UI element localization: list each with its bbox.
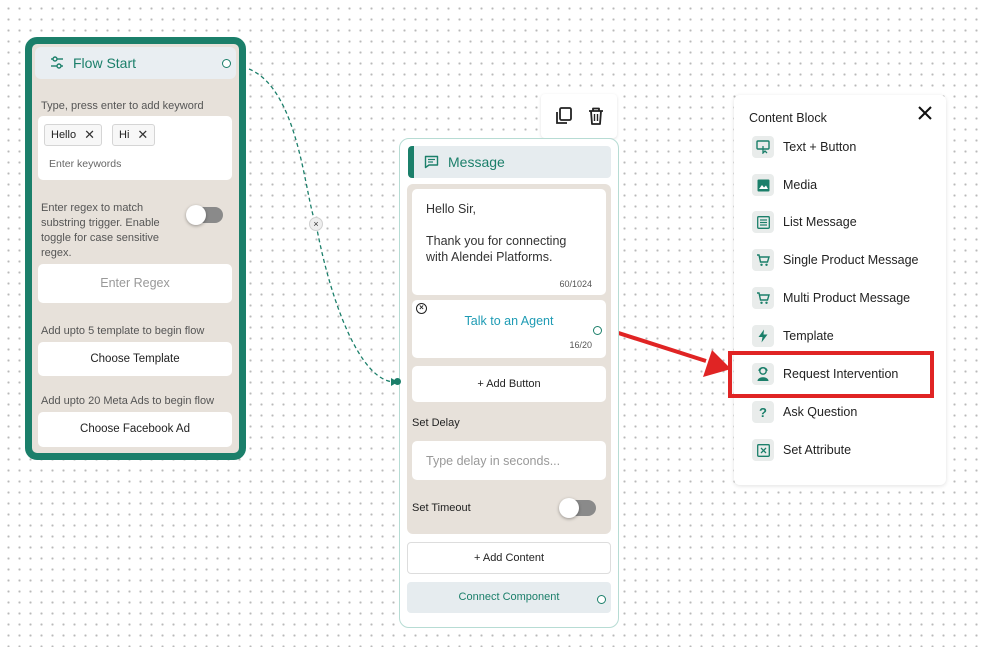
content-item-label: Ask Question [783,405,858,419]
remove-button-icon[interactable]: × [416,303,427,314]
keyword-chip-label: Hi [119,129,130,141]
message-node[interactable]: Message Hello Sir, Thank you for connect… [394,138,619,628]
remove-keyword-icon[interactable]: ✕ [84,127,95,143]
toggle-knob [186,205,206,225]
add-button-button[interactable]: + Add Button [412,366,606,402]
content-item-label: Media [783,178,818,192]
regex-label: Enter regex to match substring trigger. … [41,202,160,259]
reply-button-card[interactable]: × Talk to an Agent 16/20 [412,300,606,358]
meta-ads-label: Add upto 20 Meta Ads to begin flow [41,395,215,407]
content-item-template[interactable]: Template [752,324,834,348]
flow-start-node[interactable]: Flow Start Type, press enter to add keyw… [25,37,246,460]
content-item-label: Single Product Message [783,253,919,267]
text-char-counter: 60/1024 [559,279,592,289]
message-title: Message [448,154,505,170]
delay-input[interactable] [412,441,606,480]
flow-start-output-port[interactable] [222,59,231,68]
message-input-port[interactable] [394,378,401,385]
annotation-arrow-shaft [605,327,707,363]
set-delay-label: Set Delay [412,417,460,429]
content-item-label: Multi Product Message [783,291,911,305]
set-timeout-label: Set Timeout [412,502,471,514]
text-button-icon [752,136,774,158]
node-toolbar [541,94,617,138]
image-icon [752,174,774,196]
content-item-label: Template [783,329,834,343]
reply-button-output-port[interactable] [593,326,602,335]
timeout-toggle[interactable] [559,498,596,518]
connect-component-port[interactable] [597,595,606,604]
copy-icon[interactable] [554,106,574,126]
content-item-media[interactable]: Media [752,173,817,197]
content-item-request-intervention[interactable]: Request Intervention [752,362,898,386]
content-item-multi-product[interactable]: Multi Product Message [752,286,910,310]
toggle-knob [559,498,579,518]
content-item-label: Text + Button [783,140,857,154]
question-icon: ? [752,401,774,423]
keyword-placeholder[interactable]: Enter keywords [49,158,121,170]
content-item-label: List Message [783,215,857,229]
content-item-set-attribute[interactable]: Set Attribute [752,438,851,462]
message-header: Message [408,146,611,178]
remove-keyword-icon[interactable]: ✕ [137,127,148,143]
message-text-line: Hello Sir, [426,202,477,216]
template-label: Add upto 5 template to begin flow [41,325,205,337]
keyword-chip-label: Hello [51,129,77,141]
keyword-input-box[interactable]: Hello ✕ Hi ✕ Enter keywords [38,116,232,180]
close-icon[interactable] [915,103,935,123]
annotation-arrowhead [703,350,731,377]
message-text-line: Thank you for connecting with Alendei Pl… [426,234,567,264]
content-item-list-message[interactable]: List Message [752,210,857,234]
content-block-title: Content Block [749,111,827,125]
bolt-icon [752,325,774,347]
flow-settings-icon [49,55,65,71]
cart-icon [752,249,774,271]
delete-icon[interactable] [587,106,605,126]
case-sensitive-toggle[interactable] [186,205,223,225]
message-body: Hello Sir, Thank you for connecting with… [407,184,611,534]
content-item-label: Request Intervention [783,367,899,381]
choose-template-button[interactable]: Choose Template [38,342,232,376]
button-char-counter: 16/20 [569,340,592,350]
remove-connection-button[interactable]: × [309,217,323,231]
agent-icon [752,363,774,385]
content-item-ask-question[interactable]: ? Ask Question [752,400,857,424]
content-item-single-product[interactable]: Single Product Message [752,248,919,272]
keyword-label: Type, press enter to add keyword [41,100,204,112]
keyword-chip: Hi ✕ [112,124,156,146]
connect-component-button[interactable]: Connect Component [407,582,611,613]
message-icon [424,155,439,169]
content-item-label: Set Attribute [783,443,852,457]
list-icon [752,211,774,233]
regex-input[interactable]: Enter Regex [38,264,232,303]
message-text-card[interactable]: Hello Sir, Thank you for connecting with… [412,189,606,295]
flow-start-title: Flow Start [73,55,137,71]
attribute-icon [752,439,774,461]
choose-facebook-ad-button[interactable]: Choose Facebook Ad [38,412,232,447]
keyword-chip: Hello ✕ [44,124,102,146]
flow-start-header: Flow Start [35,47,236,79]
cart-icon [752,287,774,309]
add-content-button[interactable]: + Add Content [407,542,611,574]
content-item-text-button[interactable]: Text + Button [752,135,856,159]
reply-button-label[interactable]: Talk to an Agent [412,314,606,328]
content-block-panel: Content Block Text + Button Media List M… [734,95,946,485]
